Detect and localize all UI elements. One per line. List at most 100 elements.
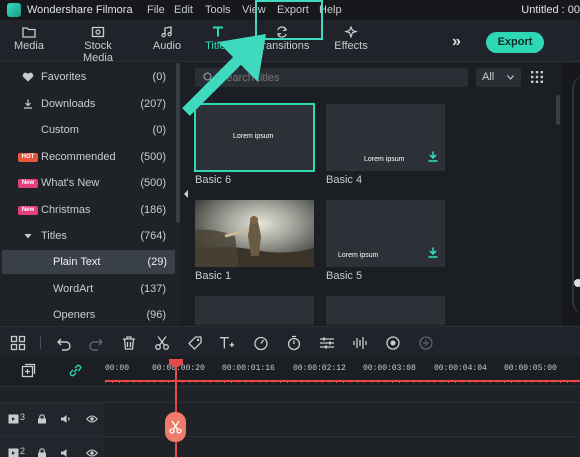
content-scrollbar[interactable] xyxy=(556,95,560,125)
sidebar-item-recommended[interactable]: HOT Recommended (500) xyxy=(0,145,176,169)
speaker-icon[interactable] xyxy=(60,448,72,457)
lock-icon[interactable] xyxy=(36,448,48,457)
tab-stock-media[interactable]: Stock Media xyxy=(68,26,128,64)
timer-icon[interactable] xyxy=(286,335,302,351)
document-title: Untitled : 00 xyxy=(521,4,580,16)
ruler-tick-label: 00:00:05:00 xyxy=(504,364,557,373)
menu-tools[interactable]: Tools xyxy=(205,4,231,16)
eye-icon[interactable] xyxy=(86,448,98,457)
export-button[interactable]: Export xyxy=(486,32,544,53)
tab-stock-media-label: Stock Media xyxy=(83,40,113,64)
thumbnail-preview-text: Lorem ipsum xyxy=(233,133,274,140)
sidebar-item-count: (207) xyxy=(140,98,166,110)
menu-edit[interactable]: Edit xyxy=(174,4,193,16)
stock-media-icon xyxy=(91,26,105,38)
title-thumbnail-basic-4[interactable]: Lorem ipsum xyxy=(326,104,445,171)
tab-effects[interactable]: Effects xyxy=(333,26,369,52)
title-thumbnail[interactable] xyxy=(326,296,445,325)
scissors-icon[interactable] xyxy=(154,335,170,351)
title-thumbnail[interactable] xyxy=(195,296,314,325)
layout-icon[interactable] xyxy=(10,335,26,351)
sidebar-item-christmas[interactable]: New Christmas (186) xyxy=(0,198,176,222)
sidebar-item-titles[interactable]: Titles (764) xyxy=(0,224,176,248)
track-number: 2 xyxy=(20,446,26,456)
new-badge: New xyxy=(18,179,38,188)
redo-icon[interactable] xyxy=(88,335,104,351)
color-icon[interactable] xyxy=(385,335,401,351)
audio-wave-icon[interactable] xyxy=(352,335,368,351)
sparkle-icon xyxy=(344,26,358,38)
double-chevron-right-icon[interactable]: » xyxy=(452,33,461,51)
download-icon[interactable] xyxy=(428,151,438,162)
toolbar-divider xyxy=(40,336,41,349)
stabilize-icon[interactable] xyxy=(418,335,434,351)
ruler-tick-label: 00:00:02:12 xyxy=(293,364,346,373)
filmora-logo-icon xyxy=(7,3,21,17)
sidebar-item-label: Custom xyxy=(41,124,79,136)
sidebar-item-label: Plain Text xyxy=(53,256,101,268)
hot-badge: HOT xyxy=(18,153,38,162)
track-number: 3 xyxy=(20,412,26,422)
sidebar-item-label: Titles xyxy=(41,230,67,242)
adjust-icon[interactable] xyxy=(319,335,335,351)
download-icon xyxy=(24,99,32,109)
sidebar-item-openers[interactable]: Openers (96) xyxy=(0,303,176,327)
collapse-sidebar-icon[interactable] xyxy=(184,190,188,198)
thumbnail-name: Basic 6 xyxy=(195,174,232,186)
app-name: Wondershare Filmora xyxy=(27,4,133,16)
sidebar-item-downloads[interactable]: Downloads (207) xyxy=(0,92,176,116)
thumbnail-preview-text: Lorem ipsum xyxy=(364,156,405,163)
track-2[interactable]: 2 xyxy=(0,436,580,457)
download-icon[interactable] xyxy=(428,247,438,258)
tab-media-label: Media xyxy=(14,40,44,52)
menu-file[interactable]: File xyxy=(147,4,165,16)
tab-effects-label: Effects xyxy=(334,40,368,52)
sidebar-item-count: (29) xyxy=(147,256,167,268)
title-thumbnail-basic-5[interactable]: Lorem ipsum xyxy=(326,200,445,267)
track-3[interactable]: 3 xyxy=(0,402,580,436)
sidebar-item-plain-text[interactable]: Plain Text (29) xyxy=(2,250,175,274)
add-track-icon[interactable] xyxy=(21,363,36,378)
tag-icon[interactable] xyxy=(187,335,203,351)
trash-icon[interactable] xyxy=(121,335,137,351)
speaker-icon[interactable] xyxy=(60,414,72,424)
caret-down-icon xyxy=(24,234,32,239)
thumbnail-name: Basic 5 xyxy=(326,270,363,282)
ruler-tick-label: 00:00:03:08 xyxy=(363,364,416,373)
link-icon[interactable] xyxy=(68,363,83,378)
sidebar-item-count: (137) xyxy=(140,283,166,295)
playhead[interactable] xyxy=(175,361,177,457)
lock-icon[interactable] xyxy=(36,414,48,424)
speed-icon[interactable] xyxy=(253,335,269,351)
sidebar-item-count: (500) xyxy=(140,177,166,189)
text-plus-icon[interactable] xyxy=(219,335,235,351)
sidebar-item-count: (0) xyxy=(152,71,166,83)
tab-media[interactable]: Media xyxy=(14,26,44,52)
thumbnail-name: Basic 1 xyxy=(195,270,232,282)
sidebar-item-custom[interactable]: Custom (0) xyxy=(0,118,176,142)
thumbnail-photo xyxy=(195,200,314,267)
sidebar-item-label: Christmas xyxy=(41,204,91,216)
sidebar-item-wordart[interactable]: WordArt (137) xyxy=(0,277,176,301)
preview-scrub-handle[interactable] xyxy=(574,279,580,287)
filter-dropdown-value: All xyxy=(482,71,495,83)
grid-view-icon[interactable] xyxy=(531,71,543,83)
scissors-icon xyxy=(169,420,182,434)
sidebar-item-count: (0) xyxy=(152,124,166,136)
track-header: 2 xyxy=(0,437,104,457)
video-track-icon xyxy=(8,448,19,457)
thumbnail-name: Basic 4 xyxy=(326,174,363,186)
sidebar-item-whats-new[interactable]: New What's New (500) xyxy=(0,171,176,195)
ruler-tick-label: 00:00:04:04 xyxy=(434,364,487,373)
undo-icon[interactable] xyxy=(56,335,72,351)
titles-category-sidebar: Favorites (0) Downloads (207) Custom (0)… xyxy=(0,63,181,325)
ruler-tick-label: 00:00:01:16 xyxy=(222,364,275,373)
eye-icon[interactable] xyxy=(86,414,98,424)
split-marker[interactable] xyxy=(165,412,186,442)
sidebar-item-count: (764) xyxy=(140,230,166,242)
chevron-down-icon xyxy=(507,75,514,80)
sidebar-item-label: Openers xyxy=(53,309,96,321)
sidebar-item-favorites[interactable]: Favorites (0) xyxy=(0,65,176,89)
title-thumbnail-basic-1[interactable] xyxy=(195,200,314,267)
filter-dropdown[interactable]: All xyxy=(476,68,521,87)
